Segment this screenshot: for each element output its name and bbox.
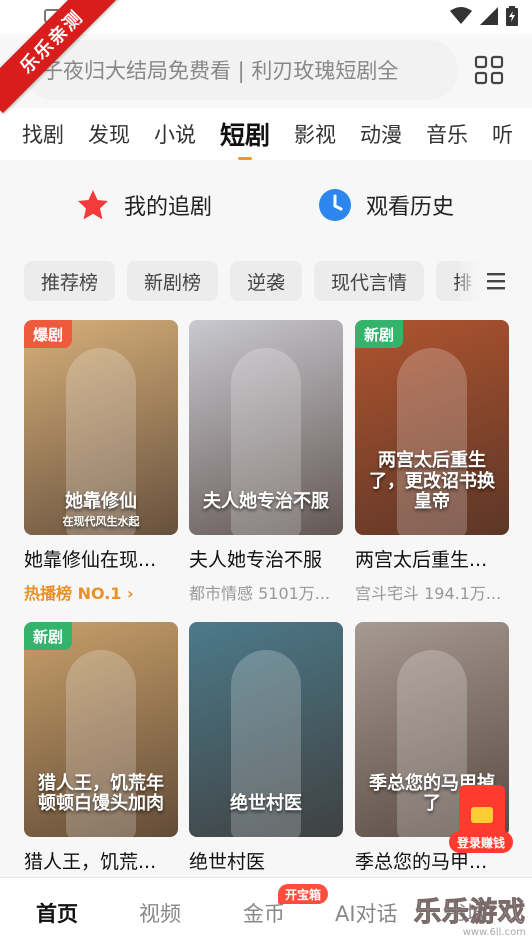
poster-title: 两宫太后重生了，更改诏书换皇帝 [369,449,495,513]
battery-icon [506,6,518,26]
nav-item-1[interactable]: 视频 [139,898,181,928]
filter-chips: 推荐榜新剧榜逆袭现代言情排 [24,261,532,301]
search-placeholder: 子夜归大结局免费看 | 利刃玫瑰短剧全 [42,59,399,83]
drama-card[interactable]: 夫人她专治不服 夫人她专治不服 都市情感 5101万... [189,320,343,604]
treasure-box-badge: 开宝箱 [278,884,328,904]
envelope-label: 登录赚钱 [449,831,513,853]
watch-history-button[interactable]: 观看历史 [318,188,454,222]
card-title: 夫人她专治不服 [189,549,323,571]
drama-poster[interactable]: 夫人她专治不服 [189,320,343,535]
drama-card[interactable]: 绝世村医 绝世村医 [189,622,343,874]
card-title: 猎人王，饥荒... [24,851,157,873]
category-tabs: 找剧 发现 小说 短剧 影视 动漫 音乐听 [0,108,532,160]
wifi-icon [450,7,472,24]
shortcut-row: 我的追剧 观看历史 [0,160,532,250]
card-badge: 新剧 [355,320,404,348]
drama-card[interactable]: 猎人王，饥荒年顿顿白馒头加肉 新剧猎人王，饥荒... [24,622,178,874]
poster-title: 绝世村医 [230,793,302,815]
poster-title: 猎人王，饥荒年顿顿白馒头加肉 [38,772,164,815]
grid-menu-icon[interactable] [474,55,504,85]
filter-chip[interactable]: 现代言情 [314,261,425,301]
poster-subtitle: 在现代风生水起 [62,515,140,528]
nav-item-3[interactable]: AI对话 [335,898,398,928]
card-title: 她靠修仙在现... [24,549,157,571]
drama-card[interactable]: 她靠修仙在现代风生水起 爆剧她靠修仙在现... 热播榜 NO.1 › [24,320,178,604]
star-icon [78,190,108,220]
card-title: 绝世村医 [189,851,266,873]
watermark-main: 乐乐游戏 [414,897,526,929]
tab-6[interactable]: 音乐 [426,119,468,149]
red-envelope-button[interactable]: 登录赚钱 [449,785,513,853]
drama-poster[interactable]: 她靠修仙在现代风生水起 爆剧 [24,320,178,535]
drama-poster[interactable]: 猎人王，饥荒年顿顿白馒头加肉 新剧 [24,622,178,837]
chip-menu-button[interactable] [460,260,532,302]
clock-icon [319,189,351,221]
my-follow-button[interactable]: 我的追剧 [76,188,212,222]
list-menu-icon [487,273,505,290]
drama-poster[interactable]: 绝世村医 [189,622,343,837]
signal-icon [480,7,498,25]
card-title: 两宫太后重生... [355,549,488,571]
tab-3[interactable]: 短剧 [220,116,270,160]
watermark: 乐乐游戏 www.6ll.com [412,890,532,947]
tab-1[interactable]: 发现 [88,119,130,149]
filter-chip[interactable]: 推荐榜 [24,261,116,301]
filter-chip[interactable]: 新剧榜 [127,261,219,301]
tab-5[interactable]: 动漫 [360,119,402,149]
poster-title: 夫人她专治不服 [203,491,329,513]
tab-4[interactable]: 影视 [294,119,336,149]
drama-poster[interactable]: 两宫太后重生了，更改诏书换皇帝 新剧 [355,320,509,535]
tab-7[interactable]: 听 [492,119,513,149]
coin-icon [471,807,493,823]
card-badge: 爆剧 [24,320,73,348]
nav-item-0[interactable]: 首页 [36,898,78,928]
my-follow-label: 我的追剧 [124,195,213,220]
search-bar[interactable]: 子夜归大结局免费看 | 利刃玫瑰短剧全 [24,40,458,100]
card-subtitle: 都市情感 5101万... [189,584,331,603]
card-badge: 新剧 [24,622,73,650]
watch-history-label: 观看历史 [366,195,455,220]
card-subtitle[interactable]: 热播榜 NO.1 › [24,580,178,604]
tab-2[interactable]: 小说 [154,119,196,149]
drama-card[interactable]: 两宫太后重生了，更改诏书换皇帝 新剧两宫太后重生... 宫斗宅斗 194.1万... [355,320,509,604]
poster-title: 她靠修仙 [65,491,137,513]
tab-0[interactable]: 找剧 [22,119,64,149]
filter-chip[interactable]: 逆袭 [230,261,303,301]
card-subtitle: 宫斗宅斗 194.1万... [355,584,502,603]
status-icons-right [450,6,518,26]
